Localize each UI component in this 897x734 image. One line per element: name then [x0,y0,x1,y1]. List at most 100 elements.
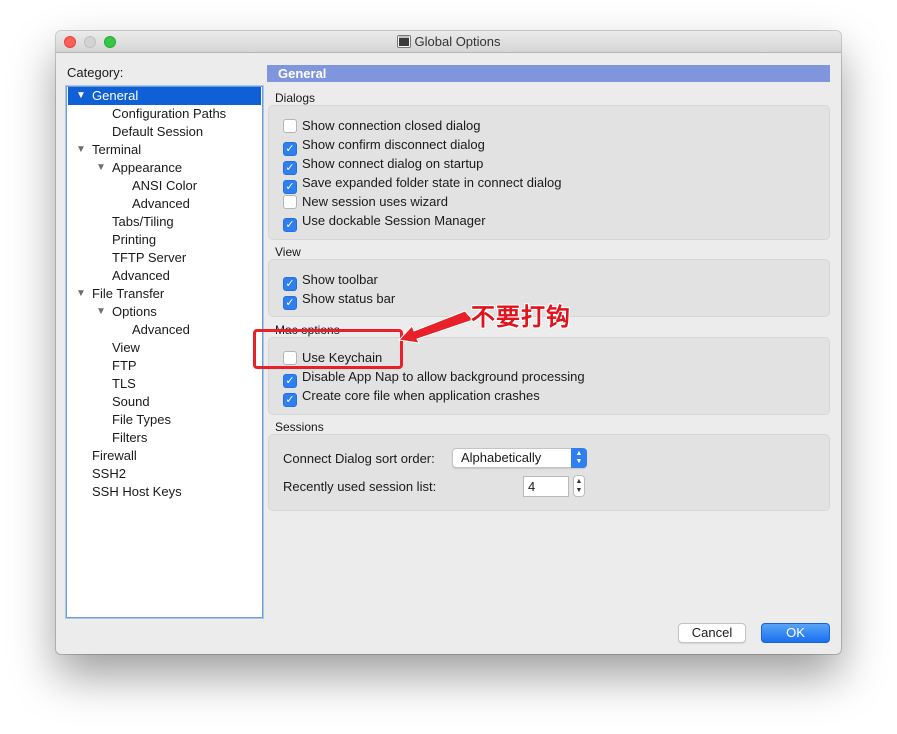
tree-item[interactable]: Filters [68,429,261,447]
option-row[interactable]: ✓ Show status bar [283,291,396,310]
tree-item[interactable]: ▼ Terminal [68,141,261,159]
option-label: Disable App Nap to allow background proc… [302,369,585,384]
tree-item[interactable]: Firewall [68,447,261,465]
tree-item-label: View [112,340,140,355]
option-label: Save expanded folder state in connect di… [302,175,562,190]
tree-item[interactable]: Advanced [68,267,261,285]
tree-item-label: Firewall [92,448,137,463]
tree-item-label: FTP [112,358,137,373]
option-label: Show status bar [302,291,396,306]
tree-item[interactable]: FTP [68,357,261,375]
tree-item-label: Printing [112,232,157,247]
option-label: Show connect dialog on startup [302,156,484,171]
category-label: Category: [67,65,124,80]
option-label: New session uses wizard [302,194,448,209]
annotation-arrow-icon [397,310,474,344]
disclosure-triangle-icon[interactable]: ▼ [76,87,86,105]
tree-item[interactable]: SSH Host Keys [68,483,261,501]
option-label: Create core file when application crashe… [302,388,540,403]
option-checkbox[interactable]: ✓ [283,180,297,194]
option-row[interactable]: ✓ Show confirm disconnect dialog [283,137,485,156]
section-title-dialogs: Dialogs [275,91,316,105]
option-row[interactable]: ✓ Use dockable Session Manager [283,213,486,232]
tree-item[interactable]: ▼ Options [68,303,261,321]
disclosure-triangle-icon[interactable]: ▼ [96,303,106,321]
tree-item[interactable]: Configuration Paths [68,105,261,123]
tree-item[interactable]: ▼ General [68,87,261,105]
tree-item[interactable]: Tabs/Tiling [68,213,261,231]
ok-button[interactable]: OK [761,623,830,643]
option-row[interactable]: ✓ Disable App Nap to allow background pro… [283,369,585,388]
option-row[interactable]: ✓ Save expanded folder state in connect d… [283,175,562,194]
tree-item[interactable]: TLS [68,375,261,393]
tree-item-label: ANSI Color [132,178,198,193]
tree-item-label: Appearance [112,160,183,175]
tree-item[interactable]: File Types [68,411,261,429]
disclosure-triangle-icon[interactable]: ▼ [76,285,86,303]
option-checkbox[interactable]: ✓ [283,218,297,232]
option-checkbox[interactable]: ✓ [283,393,297,407]
tree-item-label: Filters [112,430,148,445]
cancel-button[interactable]: Cancel [678,623,746,643]
section-title-sessions: Sessions [275,420,324,434]
tree-item-label: Default Session [112,124,204,139]
option-row[interactable]: ✓ Show toolbar [283,272,378,291]
content-header: General [267,65,830,82]
option-checkbox[interactable]: ✓ [283,374,297,388]
annotation-text: 不要打钩 [471,303,571,331]
window-title: Global Options [414,34,501,49]
option-row[interactable]: New session uses wizard [283,194,448,211]
tree-item[interactable]: ▼ Appearance [68,159,261,177]
tree-item-label: File Transfer [92,286,165,301]
tree-item[interactable]: ▼ File Transfer [68,285,261,303]
option-row[interactable]: ✓ Show connect dialog on startup [283,156,484,175]
tree-item-label: TFTP Server [112,250,187,265]
sort-order-select[interactable]: Alphabetically ▲ ▼ [452,448,587,468]
option-checkbox[interactable]: ✓ [283,277,297,291]
tree-item-label: Advanced [112,268,170,283]
recent-sessions-input[interactable]: 4 [523,476,569,497]
tree-item-label: Terminal [92,142,142,157]
option-checkbox[interactable] [283,119,297,133]
title-bar: Global Options [56,31,841,53]
option-row[interactable]: ✓ Create core file when application crash… [283,388,540,407]
section-title-view: View [275,245,301,259]
tree-item[interactable]: Printing [68,231,261,249]
tree-item-label: TLS [112,376,136,391]
option-label: Show toolbar [302,272,378,287]
category-tree[interactable]: ▼ General Configuration Paths Default Sessi… [66,86,263,618]
tree-item-label: Tabs/Tiling [112,214,174,229]
disclosure-triangle-icon[interactable]: ▼ [76,141,86,159]
tree-item[interactable]: View [68,339,261,357]
option-checkbox[interactable]: ✓ [283,142,297,156]
option-checkbox[interactable] [283,195,297,209]
tree-item-label: Configuration Paths [112,106,227,121]
option-checkbox[interactable]: ✓ [283,296,297,310]
tree-item[interactable]: SSH2 [68,465,261,483]
sort-order-label: Connect Dialog sort order: [283,451,435,466]
tree-item[interactable]: Default Session [68,123,261,141]
chevron-updown-icon: ▲ ▼ [571,448,587,468]
option-row[interactable]: Show connection closed dialog [283,118,481,135]
tree-item[interactable]: Sound [68,393,261,411]
tree-item[interactable]: ANSI Color [68,177,261,195]
sort-order-value: Alphabetically [461,450,542,465]
tree-item-label: SSH2 [92,466,126,481]
dialogs-group: Show connection closed dialog ✓ Show confi… [268,105,830,240]
tree-item[interactable]: Advanced [68,321,261,339]
app-icon [396,35,411,48]
sessions-group: Connect Dialog sort order: Alphabeticall… [268,434,830,511]
tree-item-label: Advanced [132,322,190,337]
recent-sessions-label: Recently used session list: [283,479,437,494]
tree-item-label: Options [112,304,157,319]
tree-item[interactable]: Advanced [68,195,261,213]
recent-sessions-stepper[interactable]: ▲ ▼ [573,475,585,497]
option-checkbox[interactable]: ✓ [283,161,297,175]
tree-item[interactable]: TFTP Server [68,249,261,267]
option-label: Show confirm disconnect dialog [302,137,485,152]
tree-item-label: File Types [112,412,172,427]
tree-item-label: Advanced [132,196,190,211]
tree-item-label: SSH Host Keys [92,484,182,499]
disclosure-triangle-icon[interactable]: ▼ [96,159,106,177]
option-label: Show connection closed dialog [302,118,481,133]
